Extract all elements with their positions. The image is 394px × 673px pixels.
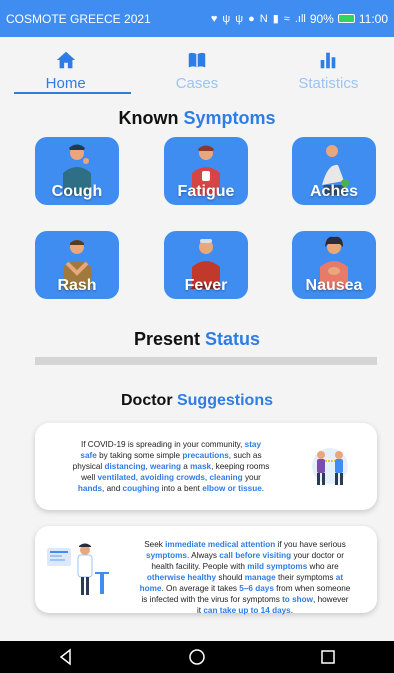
home-button-icon[interactable] bbox=[187, 647, 207, 667]
bar-chart-icon bbox=[320, 52, 336, 69]
symptom-tile-fever[interactable]: Fever bbox=[164, 231, 248, 299]
tab-home-label: Home bbox=[45, 75, 86, 92]
clock: 11:00 bbox=[358, 11, 388, 26]
suggestion-card-medical-attention: Seek immediate medical attention if you … bbox=[35, 526, 377, 615]
tab-cases-label: Cases bbox=[175, 75, 219, 92]
status-bar: COSMOTE GREECE 2021 ♥ ψ ψ ● N ▮ ≈ .ıll 9… bbox=[0, 0, 394, 37]
battery-percent: 90% bbox=[309, 11, 334, 26]
home-icon bbox=[56, 51, 75, 69]
status-heading: Present Status bbox=[133, 329, 261, 349]
symptom-label: Aches bbox=[309, 183, 359, 200]
heart-icon: ♥ bbox=[210, 12, 218, 25]
signal-icon: .ıll bbox=[294, 12, 306, 25]
system-nav-bar bbox=[0, 641, 394, 673]
tab-cases[interactable]: Cases bbox=[131, 37, 262, 94]
tab-bar: Home Cases Statistics bbox=[0, 37, 394, 94]
tab-statistics-label: Statistics bbox=[298, 75, 359, 92]
symptom-label: Fatigue bbox=[177, 183, 235, 200]
status-progress-bar bbox=[35, 357, 377, 365]
symptom-tile-aches[interactable]: Aches bbox=[292, 137, 376, 205]
usb-icon: ψ bbox=[222, 12, 231, 25]
symptom-tile-fatigue[interactable]: Fatigue bbox=[164, 137, 248, 205]
symptom-label: Cough bbox=[51, 183, 103, 200]
precautions-text: If COVID-19 is spreading in your communi… bbox=[72, 440, 270, 493]
suggestions-heading: Doctor Suggestions bbox=[120, 392, 273, 409]
book-icon bbox=[188, 52, 206, 68]
symptom-tile-rash[interactable]: Rash bbox=[35, 231, 119, 299]
recent-apps-icon[interactable] bbox=[318, 647, 338, 667]
nfc-icon: N bbox=[259, 12, 268, 25]
people-distancing-illustration bbox=[312, 448, 348, 485]
back-icon[interactable] bbox=[56, 647, 76, 667]
usb-icon: ψ bbox=[235, 12, 244, 25]
symptom-tile-nausea[interactable]: Nausea bbox=[292, 231, 376, 299]
vibrate-icon: ▮ bbox=[272, 13, 279, 25]
messenger-icon: ● bbox=[248, 12, 255, 25]
tab-home[interactable]: Home bbox=[0, 37, 132, 94]
symptom-label: Rash bbox=[57, 277, 97, 294]
medical-attention-text: Seek immediate medical attention if you … bbox=[139, 540, 351, 615]
symptoms-heading: Known Symptoms bbox=[118, 108, 276, 128]
symptom-label: Nausea bbox=[305, 277, 363, 294]
symptom-label: Fever bbox=[184, 277, 228, 294]
doctor-illustration bbox=[47, 543, 109, 595]
tab-statistics[interactable]: Statistics bbox=[263, 37, 394, 94]
suggestion-card-precautions: If COVID-19 is spreading in your communi… bbox=[35, 423, 377, 510]
carrier-label: COSMOTE GREECE 2021 bbox=[6, 11, 151, 26]
battery-icon bbox=[337, 14, 355, 23]
status-icons: ♥ ψ ψ ● N ▮ ≈ .ıll 90% 11:00 bbox=[211, 12, 388, 26]
wifi-icon: ≈ bbox=[283, 12, 290, 25]
symptom-tile-cough[interactable]: Cough bbox=[35, 137, 119, 205]
